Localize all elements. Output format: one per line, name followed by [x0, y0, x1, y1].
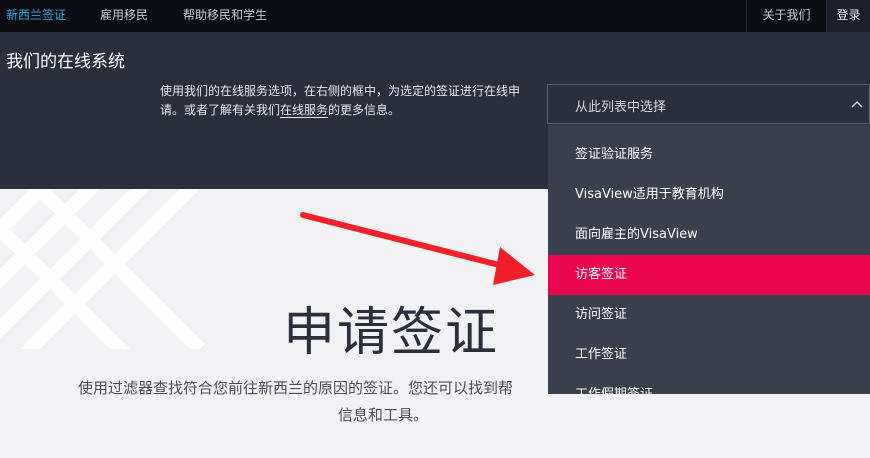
red-pointer-arrow-icon [300, 212, 535, 285]
nav-about-us[interactable]: 关于我们 [746, 0, 827, 32]
chevron-up-icon [851, 101, 863, 108]
option-visaview-education[interactable]: VisaView适用于教育机构 [548, 175, 870, 215]
page-title: 申请签证 [283, 303, 500, 363]
option-visitor-visa[interactable]: 访客签证 [548, 255, 870, 295]
option-work-visa[interactable]: 工作签证 [548, 335, 870, 375]
online-systems-description: 使用我们的在线服务选项，在右侧的框中，为选定的签证进行在线申请。或者了解有关我们… [160, 82, 520, 120]
option-visaview-employers[interactable]: 面向雇主的VisaView [548, 215, 870, 255]
service-select[interactable]: 从此列表中选择 [547, 84, 870, 124]
top-nav: 新西兰签证 雇用移民 帮助移民和学生 关于我们 登录 [0, 0, 870, 32]
service-select-placeholder: 从此列表中选择 [575, 100, 667, 115]
option-visa-verification[interactable]: 签证验证服务 [548, 135, 870, 175]
option-working-holiday-visa[interactable]: 工作假期签证 [548, 375, 870, 394]
online-services-link[interactable]: 在线服务 [280, 103, 329, 118]
service-select-dropdown: 签证验证服务 VisaView适用于教育机构 面向雇主的VisaView 访客签… [548, 125, 870, 394]
page-description-line1: 使用过滤器查找符合您前往新西兰的原因的签证。您还可以找到帮 [78, 379, 514, 397]
nav-item-help-migrants-students[interactable]: 帮助移民和学生 [183, 0, 267, 32]
decorative-lattice-pattern [0, 189, 205, 349]
nav-item-nz-visas[interactable]: 新西兰签证 [6, 0, 66, 32]
online-systems-title: 我们的在线系统 [6, 52, 125, 72]
option-visit-visa[interactable]: 访问签证 [548, 295, 870, 335]
nav-login-button[interactable]: 登录 [827, 0, 870, 32]
online-desc-text-2: 的更多信息。 [328, 103, 401, 117]
nav-item-employ-migrants[interactable]: 雇用移民 [100, 0, 148, 32]
page-description-line2: 信息和工具。 [338, 406, 429, 424]
